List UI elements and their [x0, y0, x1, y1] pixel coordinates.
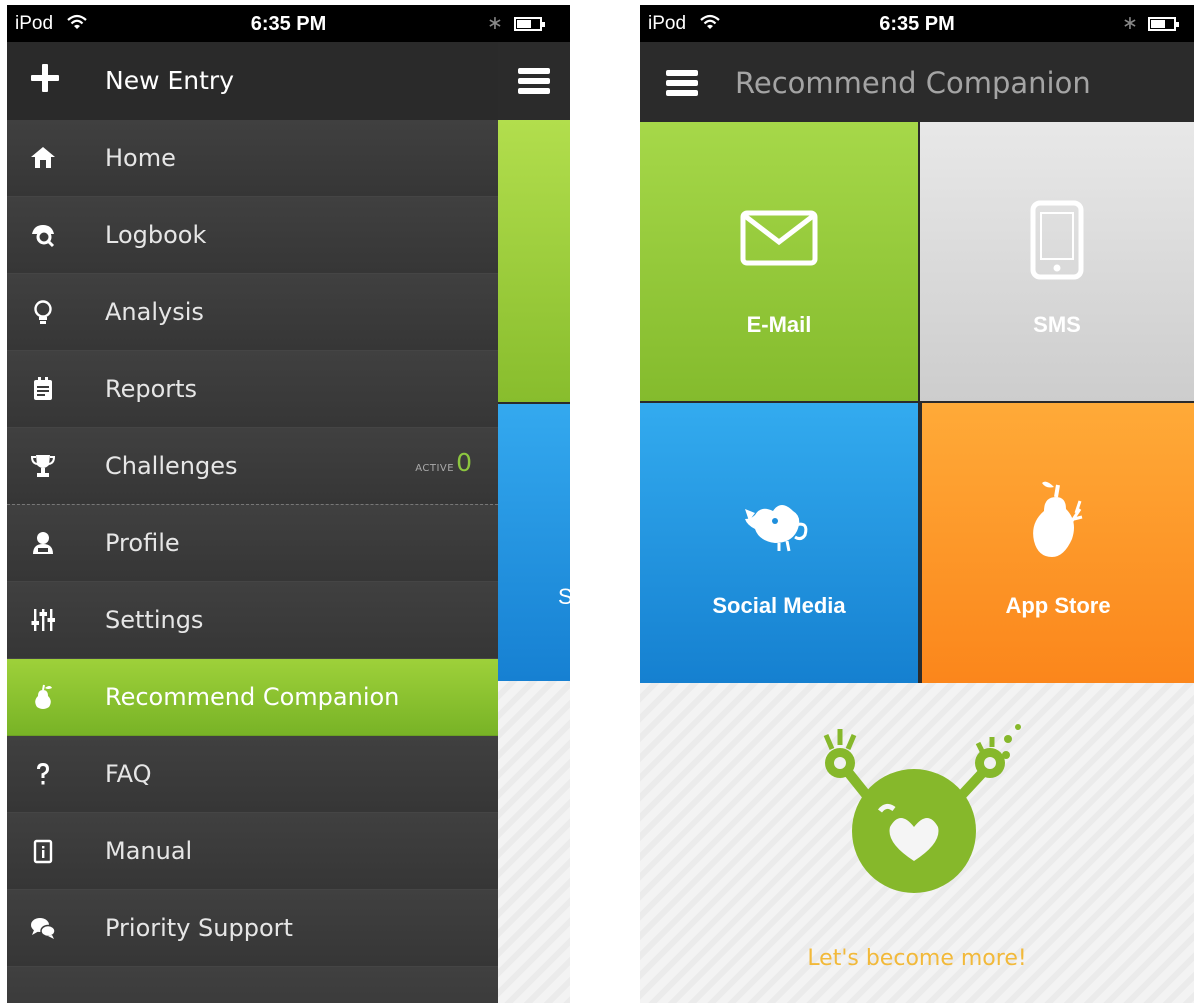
- menu-item-label: Reports: [105, 375, 198, 403]
- profile-icon: [29, 529, 57, 557]
- lightbulb-icon: [29, 298, 57, 326]
- drawer-menu: Home Logbook Analysis Reports Challenges…: [7, 120, 498, 1003]
- menu-item-manual[interactable]: Manual: [7, 813, 498, 890]
- email-tile-partial: [498, 120, 570, 402]
- menu-item-label: Logbook: [105, 221, 207, 249]
- menu-item-recommend-companion[interactable]: Recommend Companion: [7, 659, 498, 736]
- badge-label: ACTIVE: [415, 463, 455, 474]
- sliders-icon: [29, 606, 57, 634]
- bluetooth-icon: ∗: [1122, 13, 1138, 34]
- menu-item-logbook[interactable]: Logbook: [7, 197, 498, 274]
- bird-icon: [745, 505, 808, 552]
- app-store-tile[interactable]: App Store: [922, 403, 1194, 683]
- sms-label: SMS: [1033, 312, 1081, 337]
- battery-icon: [514, 17, 545, 31]
- pear-icon: [1033, 481, 1083, 557]
- battery-icon: [1148, 17, 1179, 31]
- social-tile-partial: S: [498, 404, 570, 681]
- navigation-drawer: New Entry Home Logbook Analysis Reports …: [7, 42, 498, 1003]
- new-entry-label: New Entry: [105, 66, 234, 95]
- menu-item-partial[interactable]: [7, 967, 498, 1003]
- menu-item-home[interactable]: Home: [7, 120, 498, 197]
- social-media-tile[interactable]: Social Media: [640, 403, 918, 683]
- pear-icon: [29, 683, 57, 711]
- bottom-area-partial: [498, 681, 570, 1003]
- email-label: E-Mail: [746, 312, 812, 337]
- chat-icon: [29, 914, 57, 942]
- page-title: Recommend Companion: [735, 66, 1091, 100]
- menu-item-label: FAQ: [105, 760, 152, 788]
- phone-icon: [1030, 200, 1084, 280]
- menu-item-label: Profile: [105, 529, 180, 557]
- tagline: Let's become more!: [807, 946, 1027, 971]
- menu-item-label: Analysis: [105, 298, 204, 326]
- status-bar: iPod 6:35 PM ∗: [7, 5, 570, 42]
- menu-item-label: Recommend Companion: [105, 683, 400, 711]
- menu-item-priority-support[interactable]: Priority Support: [7, 890, 498, 967]
- menu-icon[interactable]: [518, 68, 550, 94]
- badge-count: 0: [456, 448, 472, 477]
- manual-icon: [29, 837, 57, 865]
- social-tile-partial-text: S: [558, 584, 570, 609]
- status-time: 6:35 PM: [879, 13, 955, 35]
- mascot-area: Let's become more!: [640, 683, 1194, 1003]
- menu-item-faq[interactable]: FAQ: [7, 736, 498, 813]
- mascot-illustration: [823, 724, 1021, 893]
- menu-item-label: Manual: [105, 837, 193, 865]
- bluetooth-icon: ∗: [487, 13, 503, 34]
- email-tile[interactable]: E-Mail: [640, 122, 918, 401]
- menu-item-label: Priority Support: [105, 914, 293, 942]
- trophy-icon: [29, 452, 57, 480]
- menu-item-profile[interactable]: Profile: [7, 505, 498, 582]
- social-media-label: Social Media: [712, 593, 846, 618]
- menu-item-label: Settings: [105, 606, 204, 634]
- status-time: 6:35 PM: [250, 13, 327, 35]
- sms-tile[interactable]: SMS: [920, 122, 1194, 401]
- menu-item-analysis[interactable]: Analysis: [7, 274, 498, 351]
- recommend-screen: iPod 6:35 PM ∗ Recommend Companion E-Mai…: [640, 5, 1194, 1003]
- logbook-icon: [29, 221, 57, 249]
- menu-item-settings[interactable]: Settings: [7, 582, 498, 659]
- question-icon: [29, 760, 57, 788]
- drawer-screen: iPod 6:35 PM ∗ S New Entry Home Logbook …: [7, 5, 570, 1003]
- app-store-label: App Store: [1005, 593, 1111, 618]
- title-bar: Recommend Companion: [640, 42, 1194, 122]
- menu-item-label: Home: [105, 144, 176, 172]
- main-view-behind: S: [498, 42, 570, 1003]
- reports-icon: [29, 375, 57, 403]
- status-bar: iPod 6:35 PM ∗: [640, 5, 1194, 42]
- menu-item-label: Challenges: [105, 452, 238, 480]
- menu-icon[interactable]: [666, 70, 698, 96]
- menu-item-reports[interactable]: Reports: [7, 351, 498, 428]
- envelope-icon: [740, 210, 818, 266]
- plus-icon: [31, 64, 59, 92]
- new-entry-button[interactable]: New Entry: [7, 42, 498, 120]
- menu-item-challenges[interactable]: Challenges ACTIVE0: [7, 428, 498, 505]
- home-icon: [29, 144, 57, 172]
- active-challenges-badge: ACTIVE0: [415, 448, 472, 477]
